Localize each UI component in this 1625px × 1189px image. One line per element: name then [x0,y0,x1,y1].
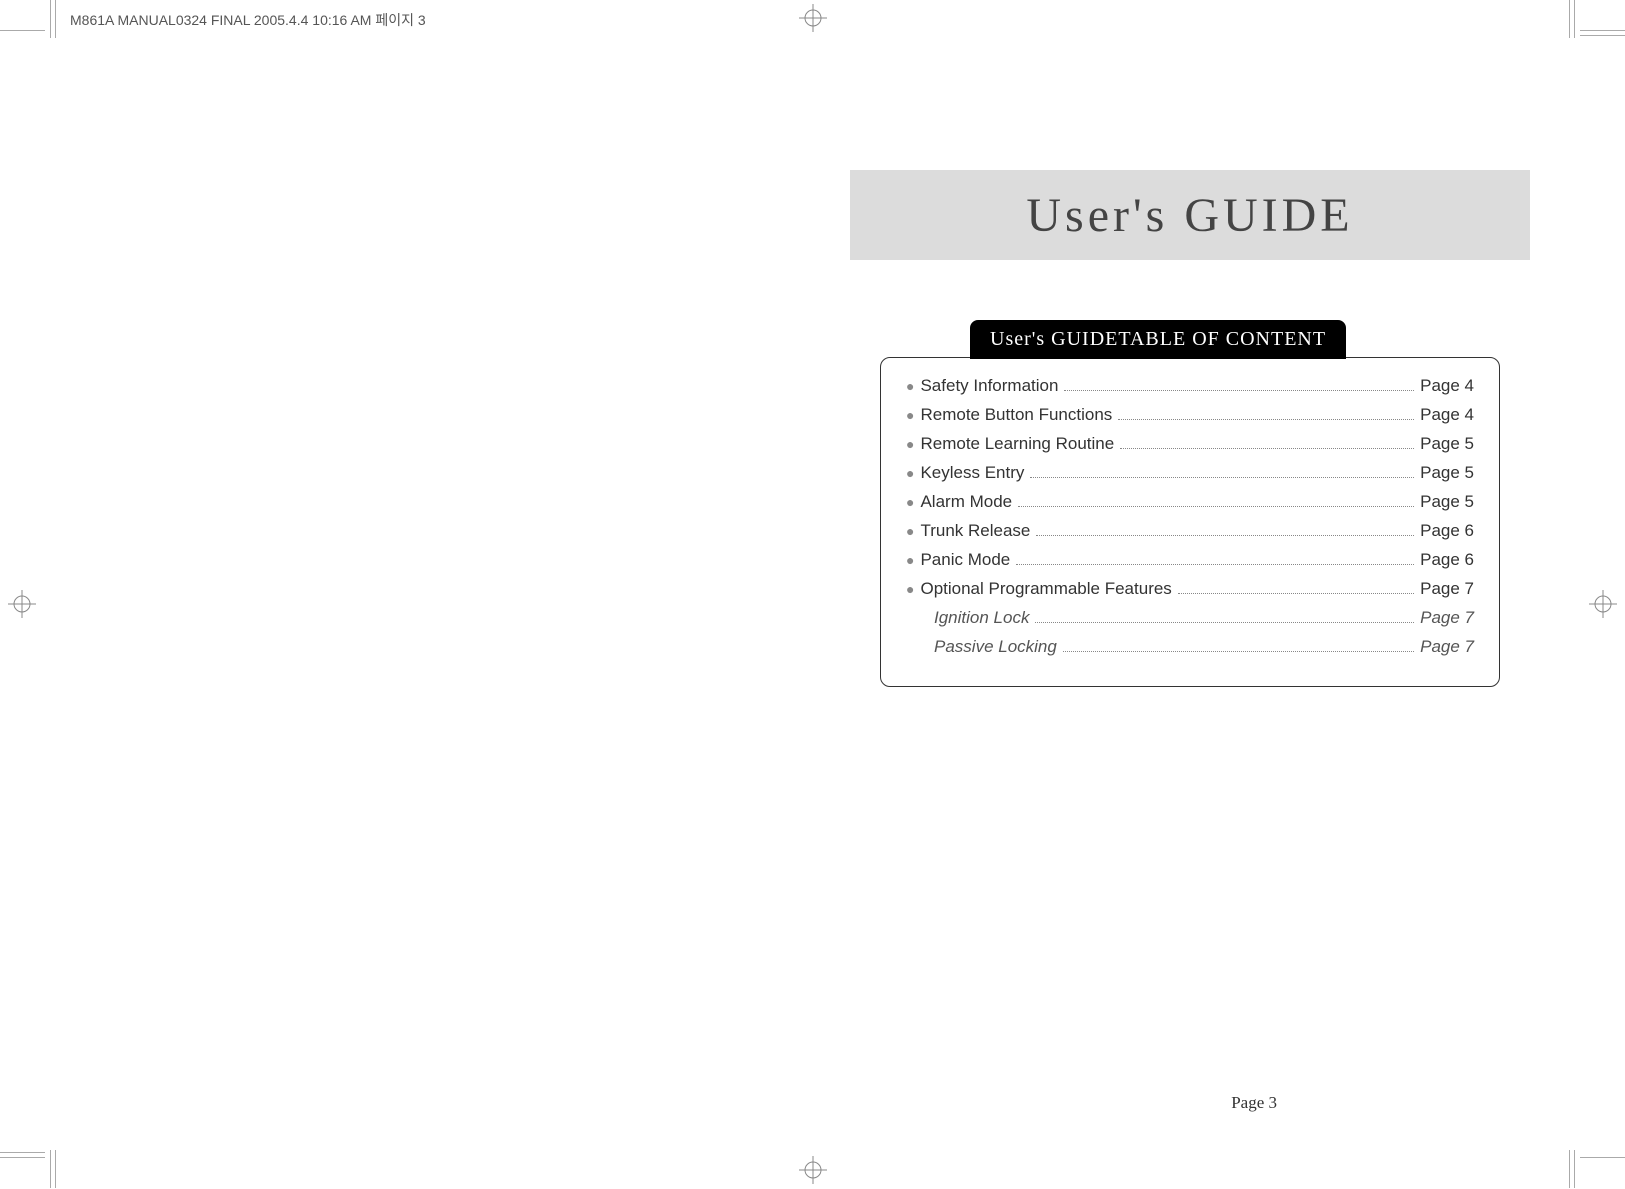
leader-dots [1120,448,1414,449]
bullet-icon: ● [906,436,914,452]
toc-page: Page 7 [1420,637,1474,657]
toc-subrow: Ignition Lock Page 7 [934,608,1474,628]
registration-mark-icon [799,4,827,32]
bullet-icon: ● [906,552,914,568]
toc-page: Page 5 [1420,492,1474,512]
toc-page: Page 6 [1420,550,1474,570]
toc-container: User's GUIDETABLE OF CONTENT ● Safety In… [880,320,1500,687]
bullet-icon: ● [906,378,914,394]
toc-row: ● Remote Button Functions Page 4 [906,405,1474,425]
crop-mark [55,0,56,38]
crop-mark [50,1150,51,1188]
print-header-info: M861A MANUAL0324 FINAL 2005.4.4 10:16 AM… [70,10,426,30]
crop-mark [0,1152,45,1153]
bullet-icon: ● [906,581,914,597]
page-number: Page 3 [1231,1093,1277,1113]
toc-label: Safety Information [920,376,1058,396]
bullet-icon: ● [906,523,914,539]
leader-dots [1030,477,1414,478]
toc-label: Passive Locking [934,637,1057,657]
registration-mark-icon [1589,590,1617,618]
toc-row: ● Keyless Entry Page 5 [906,463,1474,483]
toc-page: Page 5 [1420,463,1474,483]
toc-row: ● Trunk Release Page 6 [906,521,1474,541]
leader-dots [1035,622,1414,623]
toc-page: Page 7 [1420,579,1474,599]
page-title: User's GUIDE [1026,188,1353,243]
registration-mark-icon [8,590,36,618]
crop-mark [0,1157,45,1158]
bullet-icon: ● [906,407,914,423]
toc-page: Page 5 [1420,434,1474,454]
leader-dots [1063,651,1414,652]
title-banner: User's GUIDE [850,170,1530,260]
crop-mark [1574,1150,1575,1188]
toc-label: Panic Mode [920,550,1010,570]
toc-box: ● Safety Information Page 4 ● Remote But… [880,357,1500,687]
crop-mark [1580,35,1625,36]
leader-dots [1016,564,1414,565]
crop-mark [1569,1150,1570,1188]
toc-subrow: Passive Locking Page 7 [934,637,1474,657]
toc-label: Remote Learning Routine [920,434,1114,454]
leader-dots [1178,593,1414,594]
crop-mark [50,0,51,38]
crop-mark [1574,0,1575,38]
toc-row: ● Safety Information Page 4 [906,376,1474,396]
toc-label: Remote Button Functions [920,405,1112,425]
bullet-icon: ● [906,494,914,510]
leader-dots [1018,506,1414,507]
toc-label: Optional Programmable Features [920,579,1171,599]
crop-mark [55,1150,56,1188]
toc-label: Trunk Release [920,521,1030,541]
toc-row: ● Panic Mode Page 6 [906,550,1474,570]
registration-mark-icon [799,1156,827,1184]
toc-page: Page 6 [1420,521,1474,541]
toc-label: Alarm Mode [920,492,1012,512]
crop-mark [1580,30,1625,31]
crop-mark [1569,0,1570,38]
leader-dots [1064,390,1414,391]
toc-header: User's GUIDETABLE OF CONTENT [970,320,1346,359]
toc-label: Keyless Entry [920,463,1024,483]
toc-row: ● Alarm Mode Page 5 [906,492,1474,512]
toc-page: Page 4 [1420,405,1474,425]
leader-dots [1118,419,1414,420]
toc-page: Page 7 [1420,608,1474,628]
toc-label: Ignition Lock [934,608,1029,628]
crop-mark [1580,1157,1625,1158]
crop-mark [0,30,45,31]
bullet-icon: ● [906,465,914,481]
leader-dots [1036,535,1414,536]
toc-row: ● Remote Learning Routine Page 5 [906,434,1474,454]
toc-row: ● Optional Programmable Features Page 7 [906,579,1474,599]
toc-page: Page 4 [1420,376,1474,396]
